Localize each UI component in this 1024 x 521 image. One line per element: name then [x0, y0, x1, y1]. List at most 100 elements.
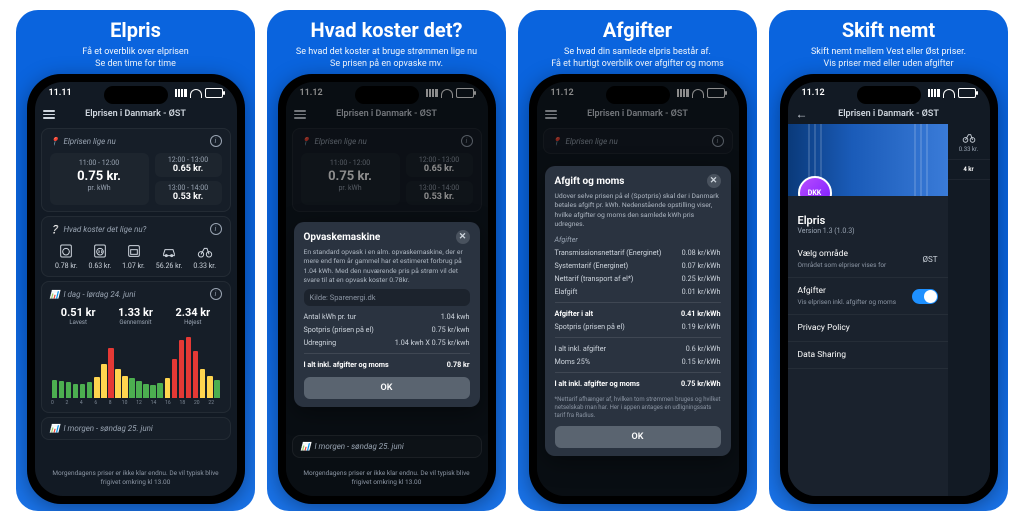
bar-hour-10[interactable]: [122, 376, 128, 398]
section-label: I morgen - søndag 25. juni: [63, 424, 221, 433]
tax-modal: Afgift og moms ✕ Udover selve prisen på e…: [545, 166, 731, 456]
bar-hour-14[interactable]: [150, 385, 156, 398]
status-icons: [928, 88, 976, 98]
card-subtitle: Se hvad det koster at bruge strømmen lig…: [296, 46, 477, 70]
phone-frame: 11.12 Elprisen i Danmark - ØST 📍Elprisen…: [529, 74, 747, 504]
taxes-toggle[interactable]: [912, 289, 938, 304]
card-title: Skift nemt: [842, 18, 935, 42]
ok-button[interactable]: OK: [555, 426, 721, 448]
info-icon[interactable]: i: [210, 135, 222, 147]
promo-card-3: Afgifter Se hvad din samlede elpris best…: [518, 10, 757, 511]
clock: 11.11: [49, 88, 72, 98]
cost-section: ❔ Hvad koster det lige nu? i 0.78 kr. 0.…: [41, 216, 231, 277]
today-avg: 1.33 krGennemsnit: [107, 306, 164, 326]
modal-title: Afgift og moms: [555, 176, 625, 187]
bar-hour-9[interactable]: [115, 369, 121, 398]
section-label: Elprisen lige nu: [63, 137, 209, 146]
bar-hour-20[interactable]: [193, 351, 199, 399]
drawer-row-data-sharing[interactable]: Data Sharing: [788, 342, 948, 369]
chart-icon: 📊: [50, 424, 60, 433]
phone-frame: 11.11 Elprisen i Danmark - ØST 📍 Elprise…: [27, 74, 245, 504]
bike-icon[interactable]: 0.33 kr.: [193, 243, 216, 270]
bar-hour-21[interactable]: [200, 369, 206, 398]
wifi-icon: [190, 89, 202, 98]
modal-row: Udregning1.04 kwh X 0.75 kr/kwh: [304, 336, 470, 349]
card-title: Afgifter: [603, 18, 672, 42]
bar-hour-0[interactable]: [52, 380, 58, 398]
promo-card-2: Hvad koster det? Se hvad det koster at b…: [267, 10, 506, 511]
bar-hour-8[interactable]: [108, 348, 114, 398]
ev-car-icon[interactable]: 56.26 kr.: [156, 243, 183, 270]
wifi-icon: [943, 89, 955, 98]
bar-hour-6[interactable]: [94, 377, 100, 398]
oven-icon[interactable]: 1.07 kr.: [122, 243, 145, 270]
bar-hour-17[interactable]: [172, 359, 178, 399]
source-field[interactable]: Kilde: Sparenergi.dk: [304, 289, 470, 306]
tax-total: I alt inkl. afgifter og moms0.75 kr/kWh: [555, 377, 721, 390]
price-next-2: 13:00 - 14:00 0.53 kr.: [155, 181, 222, 205]
hamburger-icon[interactable]: [43, 110, 55, 119]
close-icon[interactable]: ✕: [456, 230, 470, 244]
appliance-icons: 0.78 kr. 0.63 kr. 1.07 kr. 56.26 kr. 0.3…: [50, 243, 222, 270]
bar-hour-23[interactable]: [214, 380, 220, 398]
bar-hour-2[interactable]: [66, 382, 72, 398]
clock: 11.12: [802, 88, 825, 98]
dkk-badge-icon: DKK: [798, 176, 832, 196]
washing-machine-icon[interactable]: 0.78 kr.: [55, 243, 78, 270]
info-icon[interactable]: i: [210, 223, 222, 235]
today-low: 0.51 krLavest: [50, 306, 107, 326]
dryer-icon[interactable]: 0.63 kr.: [89, 243, 112, 270]
bar-hour-4[interactable]: [80, 384, 86, 398]
tomorrow-section-bg: 📊I morgen - søndag 25. juni: [292, 435, 482, 458]
tax-row: I alt inkl. afgifter0.6 kr/kWh: [555, 342, 721, 355]
pin-icon: 📍: [50, 137, 60, 146]
tomorrow-note: Morgendagens priser er ikke klar endnu. …: [286, 469, 488, 486]
bar-hour-15[interactable]: [157, 383, 163, 398]
app-title: Elprisen i Danmark - ØST: [814, 109, 964, 119]
bar-hour-22[interactable]: [207, 376, 213, 398]
bar-hour-7[interactable]: [101, 364, 107, 398]
tax-row: Elafgift0.01 kr/kWh: [555, 285, 721, 298]
bar-hour-13[interactable]: [143, 384, 149, 398]
screen-cost-modal: 11.12 Elprisen i Danmark - ØST 📍Elprisen…: [286, 82, 488, 496]
bar-hour-11[interactable]: [129, 378, 135, 398]
modal-title: Opvaskemaskine: [304, 232, 381, 243]
info-icon[interactable]: i: [210, 288, 222, 300]
price-next-1: 12:00 - 13:00 0.65 kr.: [155, 153, 222, 177]
today-high: 2.34 krHøjest: [164, 306, 221, 326]
tomorrow-note: Morgendagens priser er ikke klar endnu. …: [35, 469, 237, 486]
back-icon[interactable]: ←: [796, 107, 808, 121]
region-value: ØST: [922, 255, 937, 264]
bar-hour-18[interactable]: [179, 340, 185, 398]
bar-hour-12[interactable]: [136, 381, 142, 398]
bar-hour-16[interactable]: [165, 378, 171, 399]
app-bar: Elprisen i Danmark - ØST: [35, 104, 237, 124]
tax-row: Nettarif (transport af el*)0.25 kr/kWh: [555, 272, 721, 285]
app-store-screenshots: Elpris Få et overblik over elprisenSe de…: [0, 0, 1024, 521]
chart-icon: 📊: [50, 290, 60, 299]
modal-body: En standard opvask i en alm. opvaskemask…: [304, 248, 470, 285]
content-behind-drawer: 0.33 kr. 4 kr: [947, 124, 990, 496]
battery-icon: [205, 88, 223, 98]
modal-body: Udover selve prisen på el (Spotpris) ska…: [555, 192, 721, 229]
drawer-banner: DKK: [788, 124, 948, 196]
drawer-row-taxes[interactable]: AfgifterVis elprisen inkl. afgifter og m…: [788, 278, 948, 315]
tomorrow-section: 📊 I morgen - søndag 25. juni: [41, 417, 231, 440]
promo-card-1: Elpris Få et overblik over elprisenSe de…: [16, 10, 255, 511]
modal-total-row: I alt inkl. afgifter og moms0.78 kr: [304, 358, 470, 371]
tax-row: Transmissionsnettarif (Energinet)0.08 kr…: [555, 246, 721, 259]
promo-card-4: Skift nemt Skift nemt mellem Vest eller …: [769, 10, 1008, 511]
drawer-row-region[interactable]: Vælg områdeOmrådet som elpriser vises fo…: [788, 241, 948, 278]
app-title: Elprisen i Danmark - ØST: [61, 109, 211, 119]
card-subtitle: Få et overblik over elprisenSe den time …: [82, 46, 188, 70]
close-icon[interactable]: ✕: [707, 174, 721, 188]
bar-hour-19[interactable]: [186, 337, 192, 399]
ok-button[interactable]: OK: [304, 377, 470, 399]
bar-hour-3[interactable]: [73, 384, 79, 399]
bar-hour-5[interactable]: [87, 382, 93, 398]
bar-hour-1[interactable]: [59, 381, 65, 398]
battery-icon: [958, 88, 976, 98]
status-bar: 11.12: [788, 82, 990, 104]
hourly-price-chart[interactable]: [50, 332, 222, 398]
drawer-row-privacy[interactable]: Privacy Policy: [788, 315, 948, 342]
